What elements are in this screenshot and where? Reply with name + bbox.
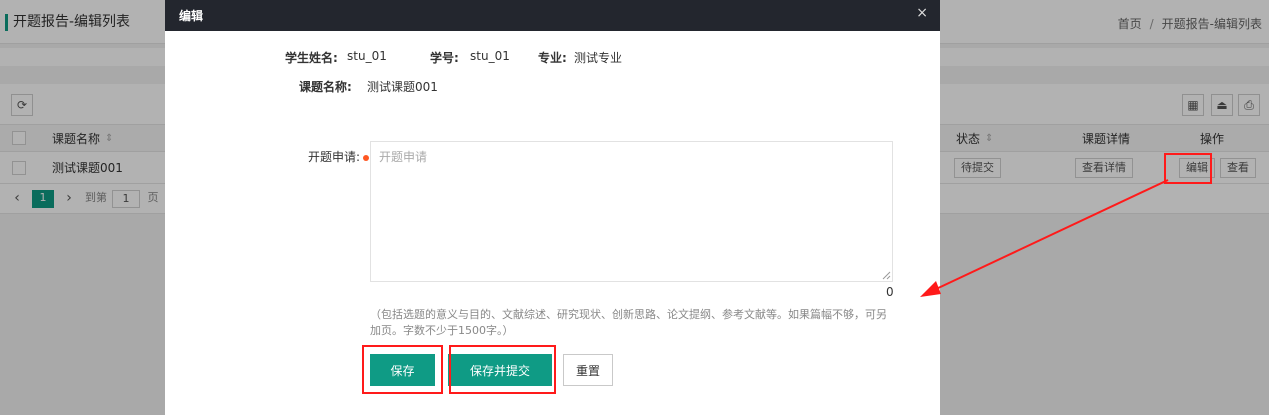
annotation-box-save-submit xyxy=(449,345,556,394)
required-indicator xyxy=(363,154,370,161)
application-hint: （包括选题的意义与目的、文献综述、研究现状、创新思路、论文提纲、参考文献等。如果… xyxy=(370,308,887,337)
annotation-box-edit xyxy=(1164,153,1212,184)
major-value: 测试专业 xyxy=(574,51,623,65)
application-label: 开题申请: xyxy=(308,148,370,165)
char-count: 0 xyxy=(886,285,894,299)
application-textarea[interactable] xyxy=(370,141,893,282)
modal-header: 编辑 × xyxy=(165,0,940,31)
major-label: 专业: xyxy=(538,51,567,65)
student-name-label: 学生姓名: xyxy=(285,51,338,65)
topic-label: 课题名称: xyxy=(299,80,352,94)
annotation-box-save xyxy=(362,345,443,394)
topic-value: 测试课题001 xyxy=(367,80,438,94)
close-icon[interactable]: × xyxy=(916,5,928,21)
student-name-value: stu_01 xyxy=(347,49,387,63)
modal-title: 编辑 xyxy=(179,9,204,23)
reset-button[interactable]: 重置 xyxy=(563,354,613,386)
resize-handle-icon[interactable] xyxy=(882,271,891,280)
edit-modal: 编辑 × 学生姓名: stu_01 学号: stu_01 专业: 测试专业 课题… xyxy=(165,0,940,415)
application-label-text: 开题申请: xyxy=(308,150,361,164)
student-no-value: stu_01 xyxy=(470,49,510,63)
student-no-label: 学号: xyxy=(430,51,459,65)
